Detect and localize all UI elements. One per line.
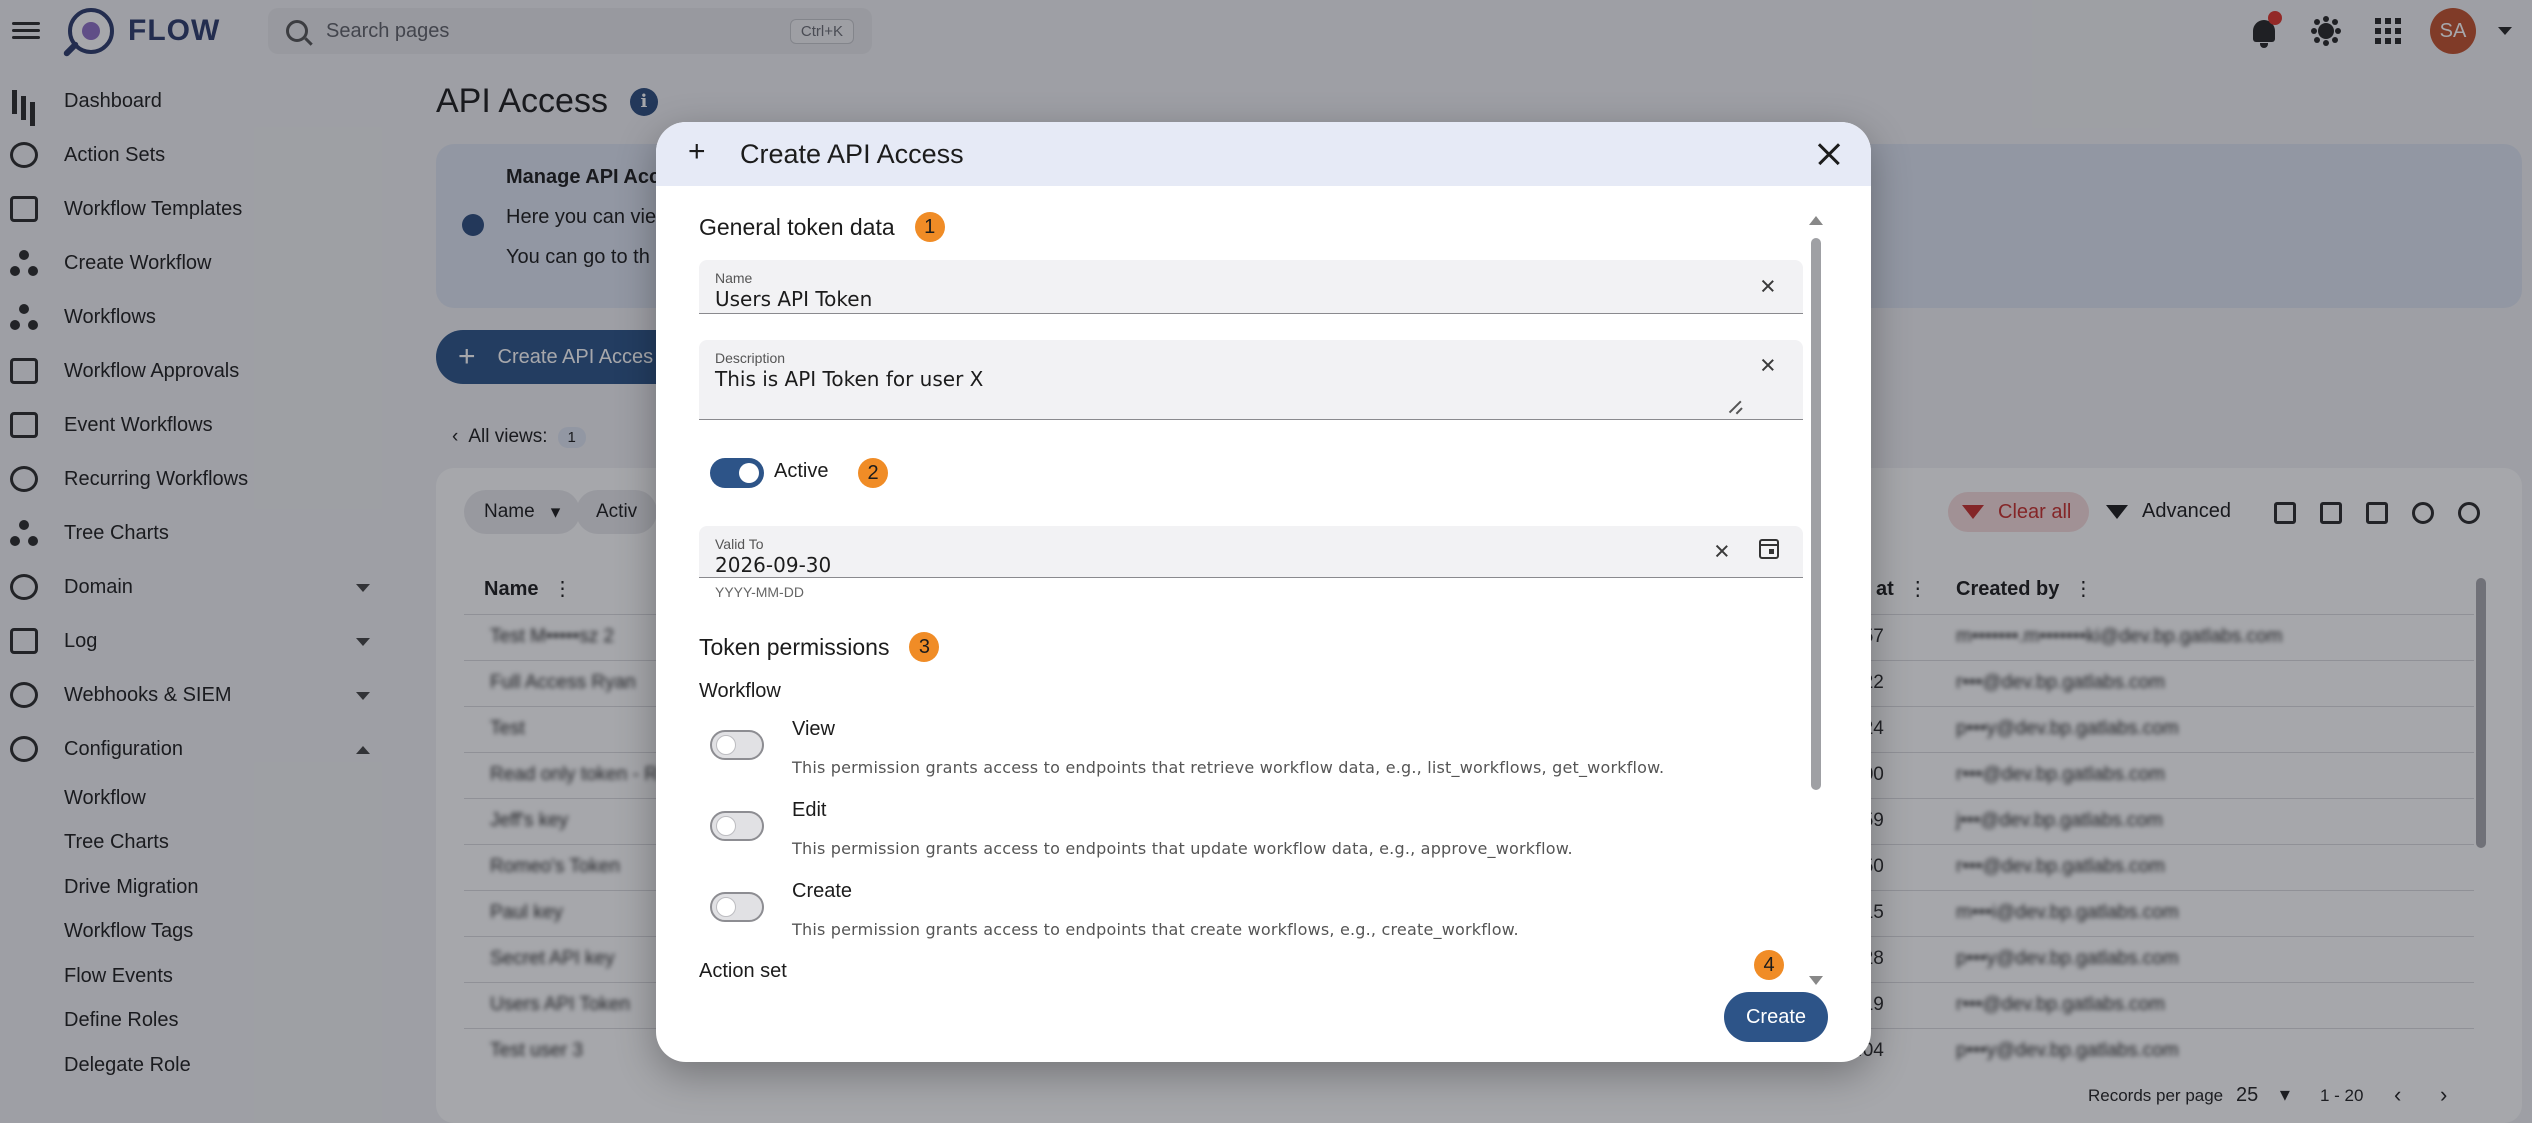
permission-description: This permission grants access to endpoin…	[792, 758, 1665, 777]
name-field[interactable]: Name Users API Token	[699, 260, 1803, 314]
step-badge: 3	[909, 632, 940, 662]
create-permission-toggle[interactable]	[710, 892, 764, 922]
toggle-knob	[739, 463, 759, 483]
dialog-scrollbar[interactable]	[1811, 238, 1821, 790]
permission-description: This permission grants access to endpoin…	[792, 839, 1573, 858]
toggle-knob	[716, 816, 736, 836]
description-field-value[interactable]: This is API Token for user X	[715, 367, 983, 391]
section-general-token-data: General token data 1	[699, 212, 945, 242]
step-badge: 4	[1754, 950, 1784, 980]
clear-name-button[interactable]	[1757, 275, 1779, 297]
name-field-value[interactable]: Users API Token	[715, 287, 872, 311]
section-title: General token data	[699, 213, 895, 240]
section-title: Token permissions	[699, 633, 890, 660]
permission-description: This permission grants access to endpoin…	[792, 920, 1519, 939]
step-badge: 1	[914, 212, 945, 242]
description-field[interactable]: Description This is API Token for user X	[699, 340, 1803, 420]
permission-group-action-set: Action set	[699, 960, 787, 982]
description-field-label: Description	[715, 350, 786, 366]
scroll-down-icon[interactable]	[1809, 976, 1823, 985]
scroll-up-icon[interactable]	[1809, 216, 1823, 225]
close-icon	[1809, 134, 1849, 174]
active-label: Active	[774, 460, 829, 482]
toggle-knob	[716, 897, 736, 917]
calendar-icon[interactable]	[1759, 539, 1779, 559]
close-button[interactable]	[1809, 134, 1849, 174]
resize-handle-icon[interactable]	[1729, 399, 1743, 413]
permission-label: Edit	[792, 799, 827, 821]
dialog-title: Create API Access	[740, 139, 964, 169]
permission-group-workflow: Workflow	[699, 680, 781, 702]
edit-permission-toggle[interactable]	[710, 811, 764, 841]
toggle-knob	[716, 735, 736, 755]
permission-label: View	[792, 718, 835, 740]
clear-description-button[interactable]	[1757, 354, 1779, 376]
active-toggle[interactable]	[710, 458, 764, 488]
dialog-header: + Create API Access	[656, 122, 1871, 186]
clear-date-button[interactable]	[1711, 540, 1733, 562]
plus-icon: +	[688, 135, 706, 168]
valid-to-value[interactable]: 2026-09-30	[715, 553, 831, 577]
close-icon	[1711, 540, 1733, 562]
close-icon	[1757, 275, 1779, 297]
name-field-label: Name	[715, 270, 753, 286]
valid-to-field[interactable]: Valid To 2026-09-30	[699, 526, 1803, 578]
valid-to-hint: YYYY-MM-DD	[715, 584, 804, 600]
permission-label: Create	[792, 880, 853, 902]
step-badge: 2	[858, 458, 888, 488]
valid-to-label: Valid To	[715, 536, 764, 552]
section-token-permissions: Token permissions 3	[699, 632, 940, 662]
close-icon	[1757, 354, 1779, 376]
view-permission-toggle[interactable]	[710, 730, 764, 760]
create-api-access-dialog: + Create API Access General token data 1…	[656, 122, 1871, 1062]
create-button[interactable]: Create	[1724, 992, 1828, 1042]
